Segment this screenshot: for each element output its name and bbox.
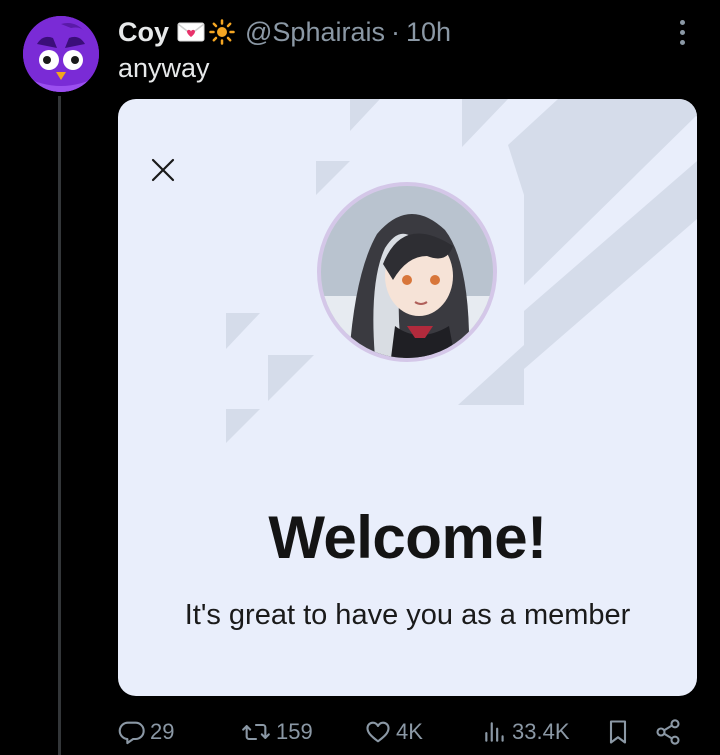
- bookmark-icon: [609, 720, 627, 744]
- separator: ·: [391, 16, 400, 47]
- view-count: 33.4K: [512, 719, 570, 744]
- tweet-header: Coy @Sphairais · 10h: [118, 16, 451, 48]
- thread-line: [58, 96, 61, 755]
- heart-icon: [366, 721, 390, 743]
- handle[interactable]: @Sphairais: [245, 17, 385, 48]
- repost-count: 159: [276, 719, 313, 744]
- timestamp[interactable]: 10h: [406, 17, 451, 48]
- welcome-title: Welcome!: [268, 504, 547, 571]
- repost-icon: [242, 723, 270, 741]
- anime-portrait-icon: [321, 186, 493, 358]
- welcome-subtitle: It's great to have you as a member: [184, 599, 631, 631]
- profile-image: [317, 182, 497, 362]
- repost-button[interactable]: 159: [240, 712, 313, 752]
- love-letter-icon: [177, 22, 205, 42]
- action-bar: 29 159 4K 33.4K: [0, 712, 720, 752]
- avatar[interactable]: [23, 16, 99, 92]
- tweet-text: anyway: [118, 53, 210, 83]
- views-button[interactable]: 33.4K: [482, 712, 570, 752]
- bookmark-button[interactable]: [606, 712, 630, 752]
- bird-avatar-icon: [23, 16, 99, 92]
- share-button[interactable]: [654, 712, 682, 752]
- media-card[interactable]: Welcome! It's great to have you as a mem…: [118, 99, 697, 696]
- sun-icon: [209, 19, 235, 45]
- views-icon: [485, 722, 504, 742]
- like-count: 4K: [396, 719, 423, 744]
- reply-count: 29: [150, 719, 175, 744]
- reply-icon: [118, 721, 145, 745]
- more-icon[interactable]: [672, 18, 692, 46]
- share-icon: [656, 719, 680, 745]
- like-button[interactable]: 4K: [364, 712, 423, 752]
- reply-button[interactable]: 29: [118, 712, 174, 752]
- close-icon[interactable]: [148, 155, 178, 185]
- display-name[interactable]: Coy: [118, 17, 169, 48]
